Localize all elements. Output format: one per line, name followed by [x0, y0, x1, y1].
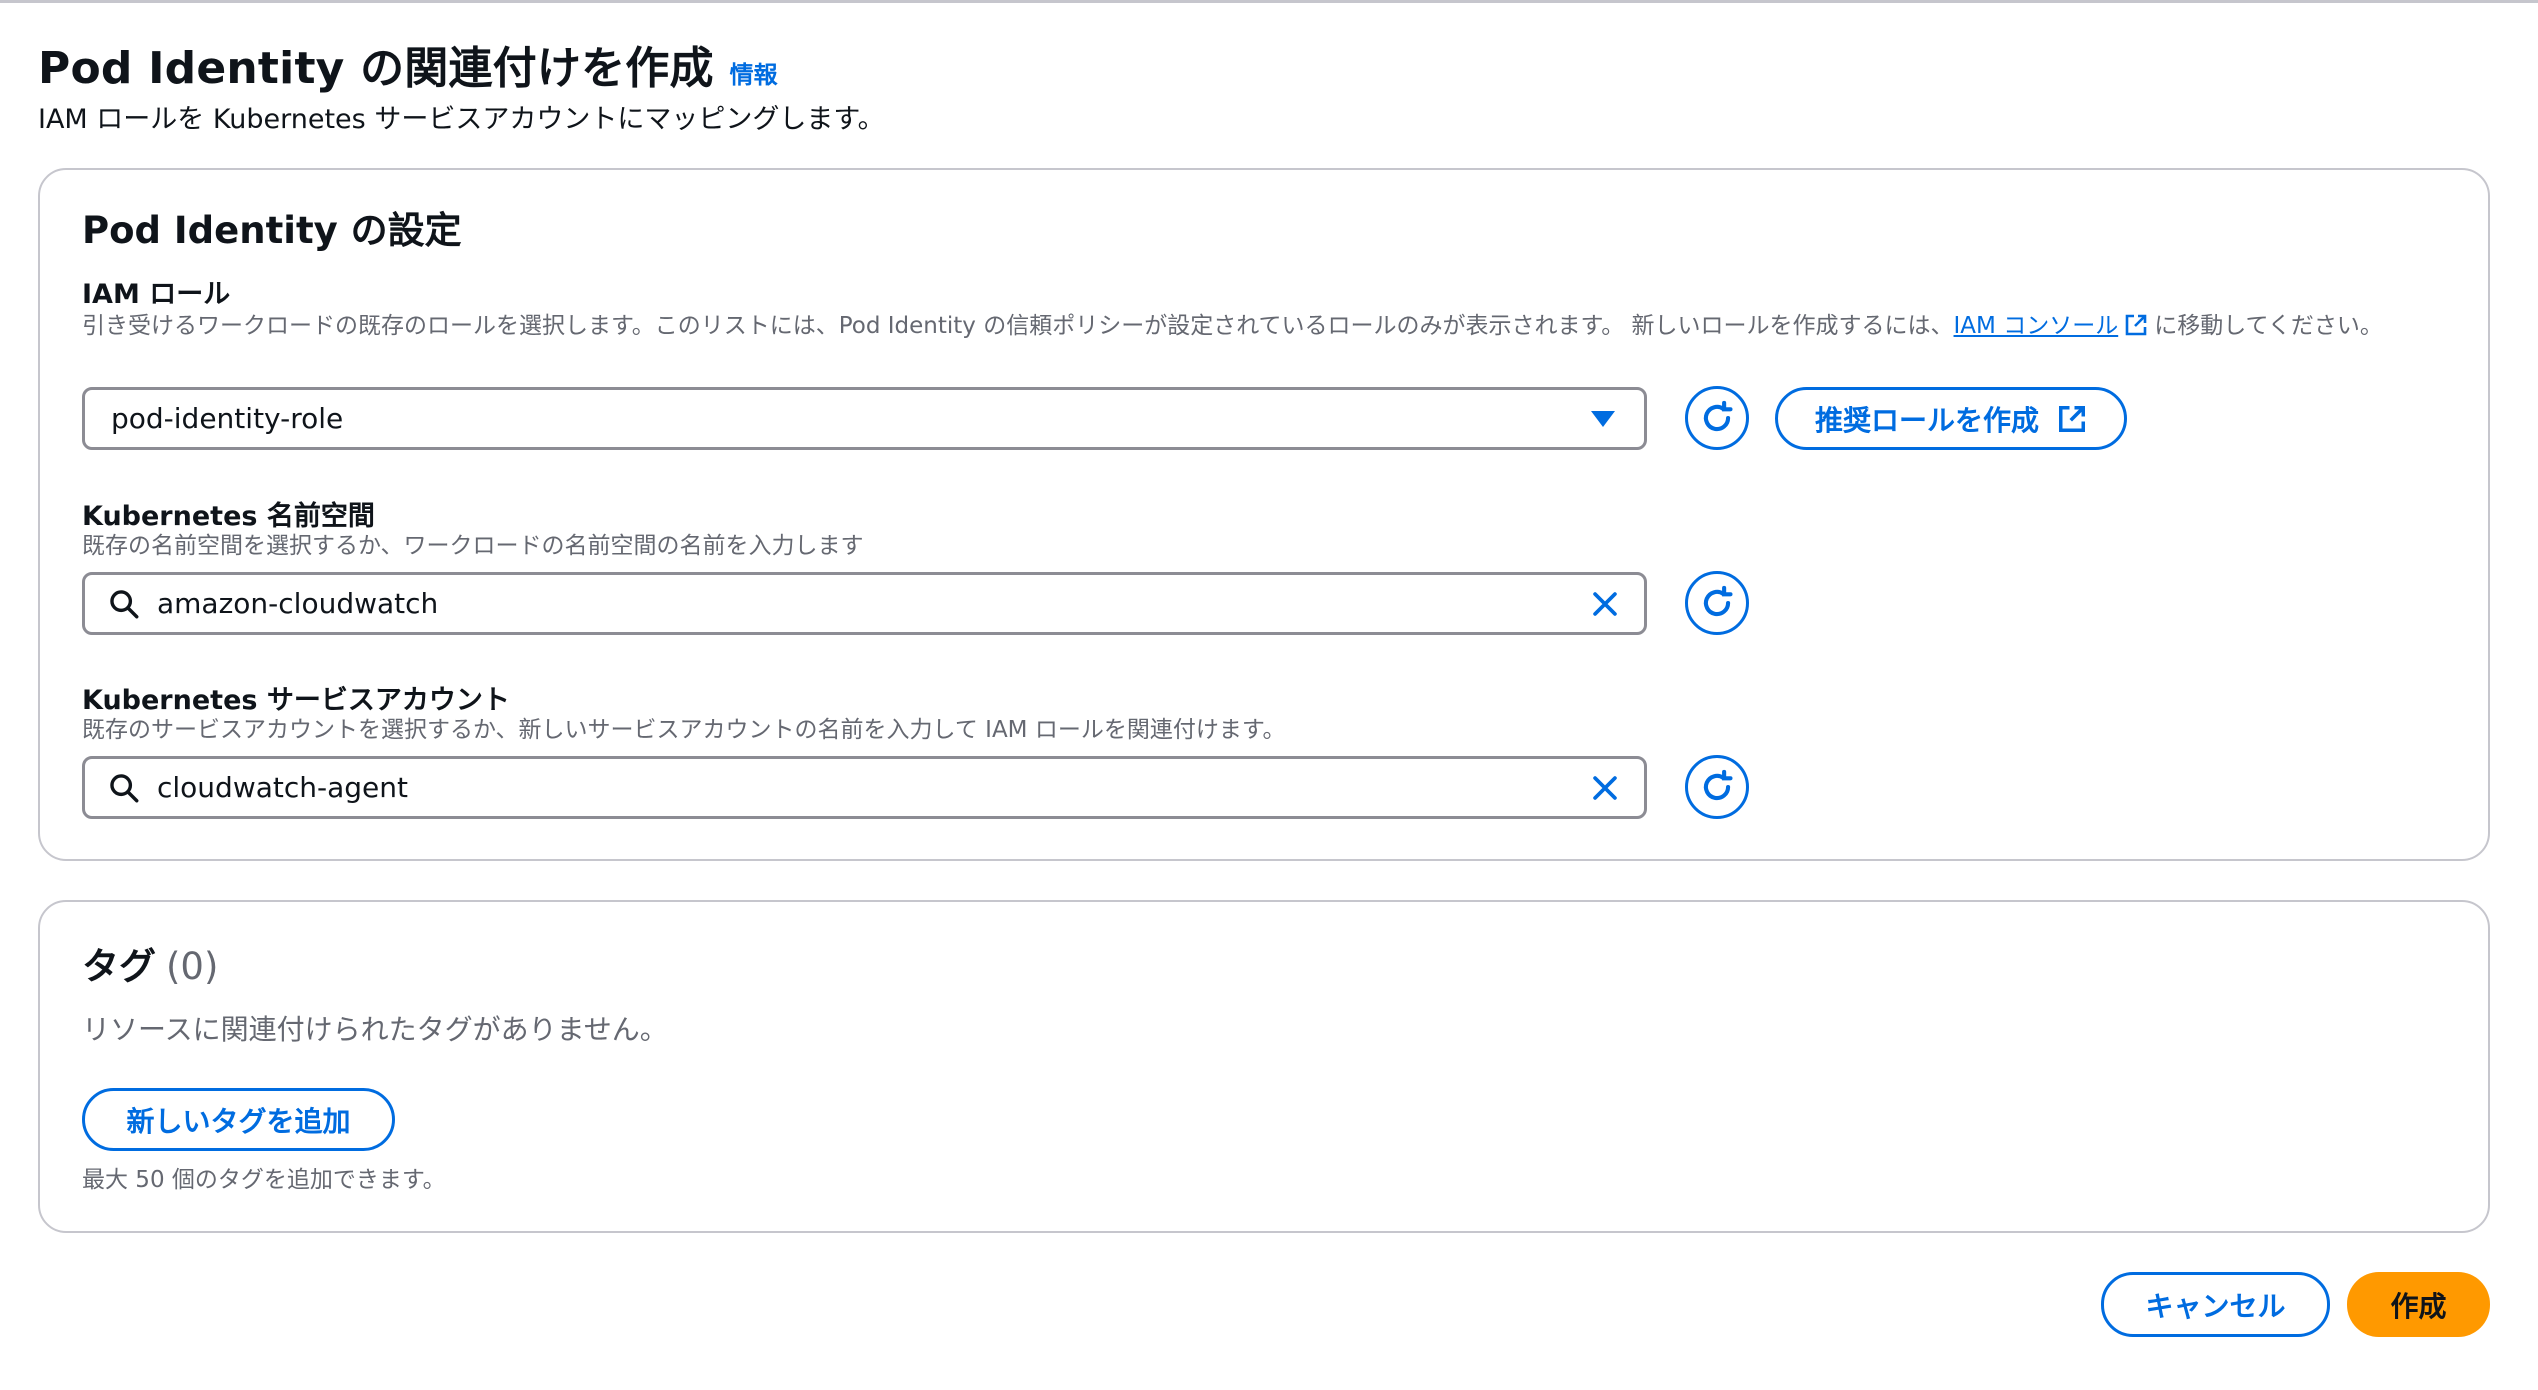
- create-recommended-role-button[interactable]: 推奨ロールを作成: [1775, 387, 2127, 450]
- service-account-description: 既存のサービスアカウントを選択するか、新しいサービスアカウントの名前を入力して …: [82, 717, 1286, 743]
- page-description: IAM ロールを Kubernetes サービスアカウントにマッピングします。: [38, 104, 885, 135]
- service-account-label: Kubernetes サービスアカウント: [82, 685, 510, 716]
- iam-role-select[interactable]: pod-identity-role: [82, 387, 1647, 450]
- tags-card: タグ (0) リソースに関連付けられたタグがありません。 新しいタグを追加 最大 …: [38, 900, 2490, 1233]
- tags-empty-message: リソースに関連付けられたタグがありません。: [82, 1013, 668, 1046]
- tags-title-text: タグ: [82, 945, 156, 988]
- page: Pod Identity の関連付けを作成 情報 IAM ロールを Kubern…: [0, 0, 2538, 1390]
- external-link-icon: [2125, 314, 2147, 336]
- pod-identity-settings-card: Pod Identity の設定 IAM ロール 引き受けるワークロードの既存の…: [38, 168, 2490, 861]
- clear-icon[interactable]: [1588, 771, 1622, 805]
- namespace-label: Kubernetes 名前空間: [82, 501, 375, 532]
- page-title: Pod Identity の関連付けを作成: [38, 43, 714, 94]
- iam-role-label: IAM ロール: [82, 279, 231, 310]
- caret-down-icon: [1591, 410, 1615, 427]
- info-link[interactable]: 情報: [730, 55, 778, 90]
- iam-role-refresh-button[interactable]: [1685, 386, 1749, 450]
- iam-role-description-suffix: に移動してください。: [2154, 313, 2383, 339]
- refresh-icon: [1703, 585, 1733, 617]
- add-tag-button[interactable]: 新しいタグを追加: [82, 1088, 395, 1151]
- clear-icon[interactable]: [1588, 587, 1622, 621]
- iam-role-description-text: 引き受けるワークロードの既存のロールを選択します。このリストには、Pod Ide…: [82, 313, 1954, 339]
- iam-console-link[interactable]: IAM コンソール: [1954, 313, 2119, 339]
- iam-role-selected-value: pod-identity-role: [111, 402, 344, 435]
- namespace-refresh-button[interactable]: [1685, 571, 1749, 635]
- refresh-icon: [1703, 769, 1733, 801]
- service-account-value: cloudwatch-agent: [157, 771, 408, 804]
- refresh-icon: [1703, 400, 1733, 432]
- create-button[interactable]: 作成: [2347, 1272, 2490, 1337]
- page-header: Pod Identity の関連付けを作成 情報: [38, 32, 778, 96]
- namespace-value: amazon-cloudwatch: [157, 587, 439, 620]
- namespace-description: 既存の名前空間を選択するか、ワークロードの名前空間の名前を入力します: [82, 533, 864, 559]
- service-account-input[interactable]: cloudwatch-agent: [82, 756, 1647, 819]
- top-divider: [0, 0, 2538, 3]
- namespace-input[interactable]: amazon-cloudwatch: [82, 572, 1647, 635]
- service-account-refresh-button[interactable]: [1685, 755, 1749, 819]
- tags-limit-text: 最大 50 個のタグを追加できます。: [82, 1167, 446, 1193]
- cancel-button[interactable]: キャンセル: [2101, 1272, 2330, 1337]
- iam-role-description: 引き受けるワークロードの既存のロールを選択します。このリストには、Pod Ide…: [82, 310, 2472, 342]
- tags-count: (0): [166, 945, 219, 988]
- tags-title: タグ (0): [82, 936, 218, 990]
- external-link-icon: [2059, 405, 2085, 432]
- search-icon: [110, 589, 139, 618]
- create-role-label: 推奨ロールを作成: [1814, 403, 2039, 437]
- settings-title: Pod Identity の設定: [82, 209, 462, 252]
- search-icon: [110, 773, 139, 802]
